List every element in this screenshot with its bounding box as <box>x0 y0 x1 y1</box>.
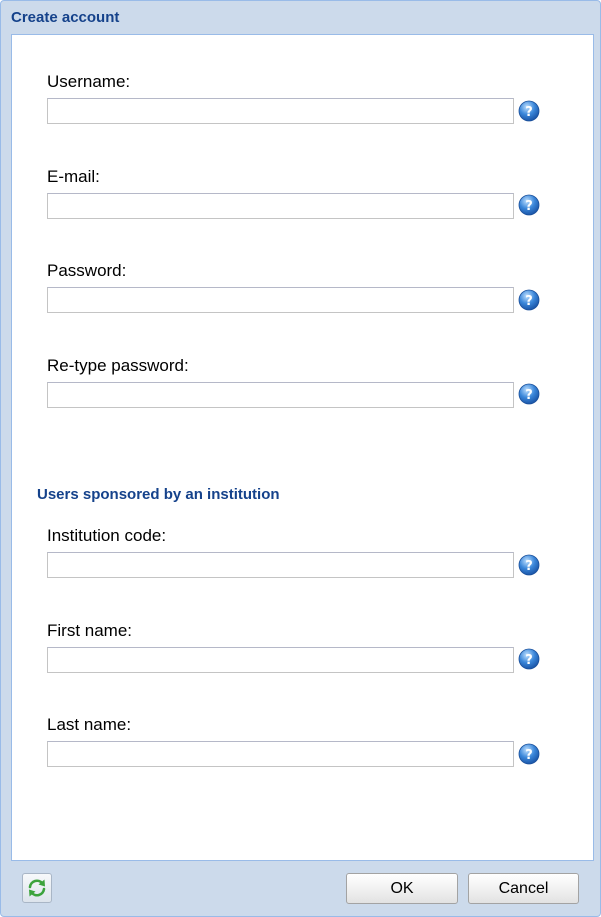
help-icon[interactable]: ? <box>518 194 540 216</box>
svg-text:?: ? <box>525 559 533 574</box>
help-icon[interactable]: ? <box>518 383 540 405</box>
help-icon[interactable]: ? <box>518 289 540 311</box>
institution-code-label: Institution code: <box>47 526 167 545</box>
help-icon[interactable]: ? <box>518 648 540 670</box>
help-icon[interactable]: ? <box>518 554 540 576</box>
svg-text:?: ? <box>525 748 533 763</box>
svg-text:?: ? <box>525 294 533 309</box>
help-icon[interactable]: ? <box>518 100 540 122</box>
svg-text:?: ? <box>525 653 533 668</box>
username-label: Username: <box>47 72 131 91</box>
cancel-button[interactable]: Cancel <box>468 873 579 904</box>
first-name-input[interactable] <box>47 647 514 673</box>
password-label: Password: <box>47 261 127 280</box>
retype-password-input[interactable] <box>47 382 514 408</box>
ok-button[interactable]: OK <box>346 873 458 904</box>
retype-password-label: Re-type password: <box>47 356 189 375</box>
last-name-label: Last name: <box>47 715 132 734</box>
form-panel: Username: ? E-mail: ? Password: ? Re-typ… <box>11 34 594 861</box>
refresh-button[interactable] <box>22 873 52 903</box>
password-input[interactable] <box>47 287 514 313</box>
svg-text:?: ? <box>525 105 533 120</box>
create-account-window: Create account Username: ? E-mail: ? Pas… <box>0 0 601 917</box>
help-icon[interactable]: ? <box>518 743 540 765</box>
username-input[interactable] <box>47 98 514 124</box>
email-input[interactable] <box>47 193 514 219</box>
email-label: E-mail: <box>47 167 100 186</box>
institution-code-input[interactable] <box>47 552 514 578</box>
window-title: Create account <box>11 9 120 26</box>
svg-text:?: ? <box>525 388 533 403</box>
svg-text:?: ? <box>525 199 533 214</box>
sponsored-section-heading: Users sponsored by an institution <box>37 486 280 503</box>
refresh-icon <box>28 879 46 897</box>
first-name-label: First name: <box>47 621 133 640</box>
last-name-input[interactable] <box>47 741 514 767</box>
